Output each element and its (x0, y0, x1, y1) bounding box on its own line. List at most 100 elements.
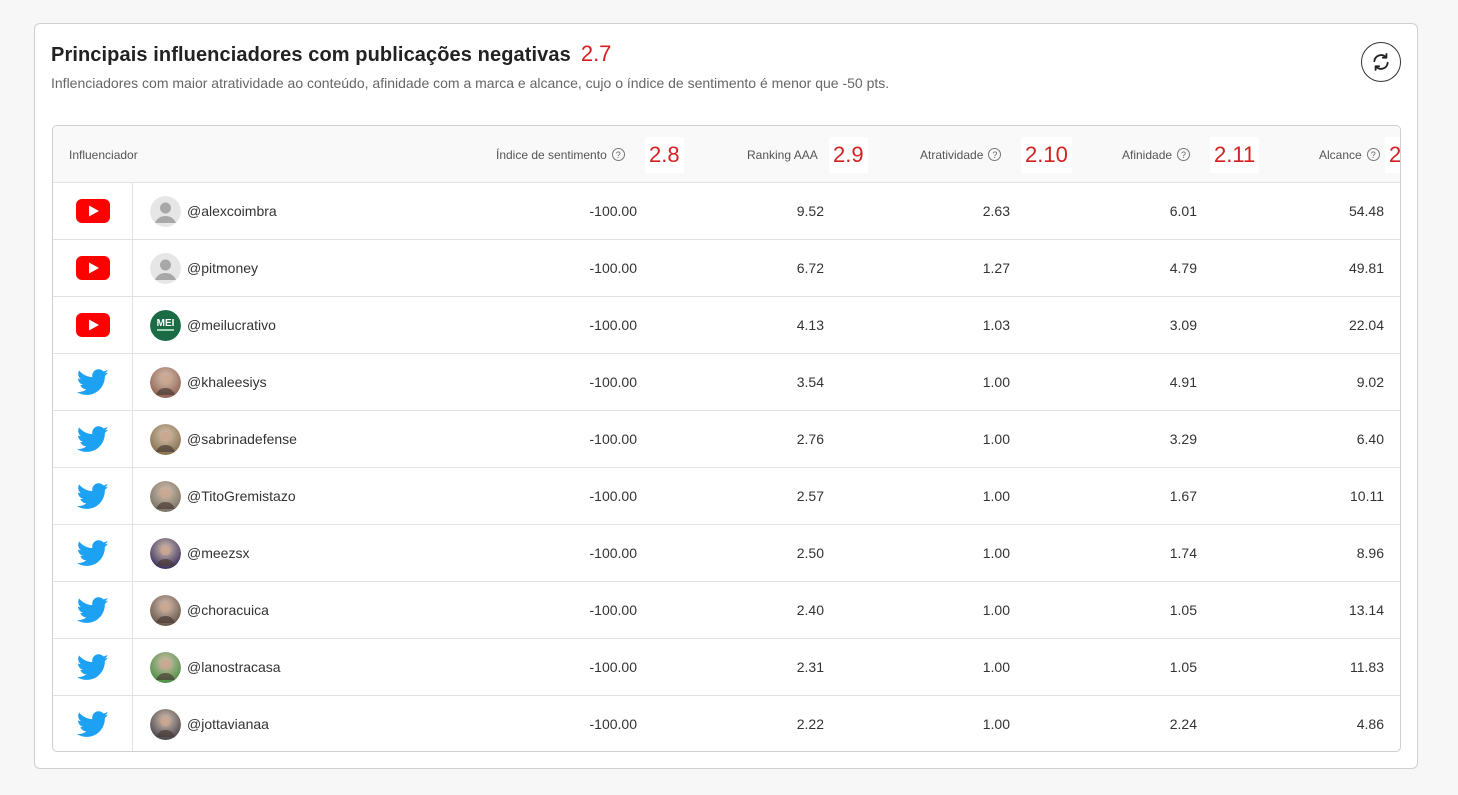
table-row[interactable]: @meezsx -100.00 2.50 1.00 1.74 8.96 (53, 525, 1400, 582)
header-sentiment[interactable]: Índice de sentimento ? (496, 126, 625, 183)
ranking-value: 2.57 (796, 488, 824, 504)
twitter-icon (76, 710, 108, 737)
network-cell (53, 240, 133, 296)
refresh-button[interactable] (1361, 42, 1401, 82)
affinity-value: 3.09 (1169, 317, 1197, 333)
influencer-handle[interactable]: @TitoGremistazo (187, 488, 296, 504)
influencer-handle[interactable]: @jottavianaa (187, 716, 269, 732)
help-icon[interactable]: ? (988, 148, 1002, 161)
affinity-value: 4.79 (1169, 260, 1197, 276)
influencer-cell[interactable]: @choracuica (150, 582, 269, 638)
table-row[interactable]: @lanostracasa -100.00 2.31 1.00 1.05 11.83 (53, 639, 1400, 696)
affinity-value: 4.91 (1169, 374, 1197, 390)
influencer-cell[interactable]: @lanostracasa (150, 639, 281, 695)
table-header: Influenciador Índice de sentimento ? 2.8… (53, 126, 1400, 183)
influencer-cell[interactable]: MEI @meilucrativo (150, 297, 276, 353)
attractiveness-value: 2.63 (982, 203, 1010, 219)
ranking-value: 2.76 (796, 431, 824, 447)
avatar (150, 708, 181, 740)
ranking-value: 2.50 (796, 545, 824, 561)
card-title: Principais influenciadores com publicaçõ… (51, 44, 571, 66)
photo-avatar (150, 594, 181, 626)
header-influencer[interactable]: Influenciador (69, 126, 138, 183)
avatar (150, 252, 181, 284)
sentiment-value: -100.00 (589, 659, 637, 675)
reach-value: 6.40 (1356, 431, 1384, 447)
youtube-icon (75, 313, 110, 337)
influencer-cell[interactable]: @jottavianaa (150, 696, 269, 751)
help-icon[interactable]: ? (1177, 148, 1191, 161)
table-row[interactable]: @TitoGremistazo -100.00 2.57 1.00 1.67 10.11 (53, 468, 1400, 525)
attractiveness-value: 1.27 (982, 260, 1010, 276)
help-icon[interactable]: ? (1366, 148, 1380, 161)
header-ranking[interactable]: Ranking AAA (747, 126, 818, 183)
affinity-value: 6.01 (1169, 203, 1197, 219)
avatar: MEI (150, 309, 181, 341)
influencer-handle[interactable]: @khaleesiys (187, 374, 267, 390)
influencer-cell[interactable]: @khaleesiys (150, 354, 267, 410)
influencer-handle[interactable]: @meilucrativo (187, 317, 276, 333)
affinity-value: 1.74 (1169, 545, 1197, 561)
reach-value: 9.02 (1356, 374, 1384, 390)
affinity-value: 1.05 (1169, 659, 1197, 675)
title-annotation: 2.7 (580, 41, 612, 66)
photo-avatar (150, 423, 181, 455)
network-cell (53, 183, 133, 239)
header-reach[interactable]: Alcance ? (1319, 126, 1380, 183)
header-attractiveness[interactable]: Atratividade ? (920, 126, 1002, 183)
affinity-value: 1.67 (1169, 488, 1197, 504)
reach-value: 54.48 (1348, 203, 1384, 219)
table-row[interactable]: @sabrinadefense -100.00 2.76 1.00 3.29 6.40 (53, 411, 1400, 468)
mei-logo-icon: MEI (150, 309, 181, 341)
table-row[interactable]: @jottavianaa -100.00 2.22 1.00 2.24 4.86 (53, 696, 1400, 751)
ranking-value: 2.31 (796, 659, 824, 675)
refresh-icon (1373, 53, 1389, 71)
influencer-handle[interactable]: @choracuica (187, 602, 269, 618)
sentiment-value: -100.00 (589, 374, 637, 390)
avatar (150, 366, 181, 398)
network-cell (53, 525, 133, 581)
attractiveness-value: 1.00 (982, 488, 1010, 504)
influencer-cell[interactable]: @alexcoimbra (150, 183, 277, 239)
youtube-icon (75, 199, 110, 223)
table-row[interactable]: @alexcoimbra -100.00 9.52 2.63 6.01 54.48 (53, 183, 1400, 240)
help-icon[interactable]: ? (611, 148, 625, 161)
card-header: Principais influenciadores com publicaçõ… (51, 41, 611, 67)
table-row[interactable]: MEI @meilucrativo -100.00 4.13 1.03 3.09 22.04 (53, 297, 1400, 354)
annotation-reach: 2.12 (1385, 126, 1400, 183)
header-affinity[interactable]: Afinidade ? (1122, 126, 1191, 183)
sentiment-value: -100.00 (589, 203, 637, 219)
sentiment-value: -100.00 (589, 260, 637, 276)
influencer-handle[interactable]: @meezsx (187, 545, 249, 561)
photo-avatar (150, 480, 181, 512)
youtube-icon (75, 256, 110, 280)
photo-avatar (150, 537, 181, 569)
influencer-handle[interactable]: @lanostracasa (187, 659, 281, 675)
avatar (150, 423, 181, 455)
influencer-cell[interactable]: @pitmoney (150, 240, 258, 296)
influencer-handle[interactable]: @alexcoimbra (187, 203, 277, 219)
table-row[interactable]: @khaleesiys -100.00 3.54 1.00 4.91 9.02 (53, 354, 1400, 411)
attractiveness-value: 1.00 (982, 602, 1010, 618)
affinity-value: 1.05 (1169, 602, 1197, 618)
influencer-cell[interactable]: @sabrinadefense (150, 411, 297, 467)
sentiment-value: -100.00 (589, 716, 637, 732)
influencer-handle[interactable]: @sabrinadefense (187, 431, 297, 447)
network-cell (53, 639, 133, 695)
attractiveness-value: 1.03 (982, 317, 1010, 333)
affinity-value: 3.29 (1169, 431, 1197, 447)
annotation-ranking: 2.9 (829, 126, 879, 183)
reach-value: 13.14 (1348, 602, 1384, 618)
photo-avatar (150, 708, 181, 740)
table-row[interactable]: @pitmoney -100.00 6.72 1.27 4.79 49.81 (53, 240, 1400, 297)
avatar (150, 651, 181, 683)
network-cell (53, 468, 133, 524)
influencer-cell[interactable]: @meezsx (150, 525, 249, 581)
reach-value: 8.96 (1356, 545, 1384, 561)
influencer-handle[interactable]: @pitmoney (187, 260, 258, 276)
table-row[interactable]: @choracuica -100.00 2.40 1.00 1.05 13.14 (53, 582, 1400, 639)
influencer-cell[interactable]: @TitoGremistazo (150, 468, 296, 524)
attractiveness-value: 1.00 (982, 431, 1010, 447)
annotation-sentiment: 2.8 (645, 126, 715, 183)
reach-value: 22.04 (1348, 317, 1384, 333)
